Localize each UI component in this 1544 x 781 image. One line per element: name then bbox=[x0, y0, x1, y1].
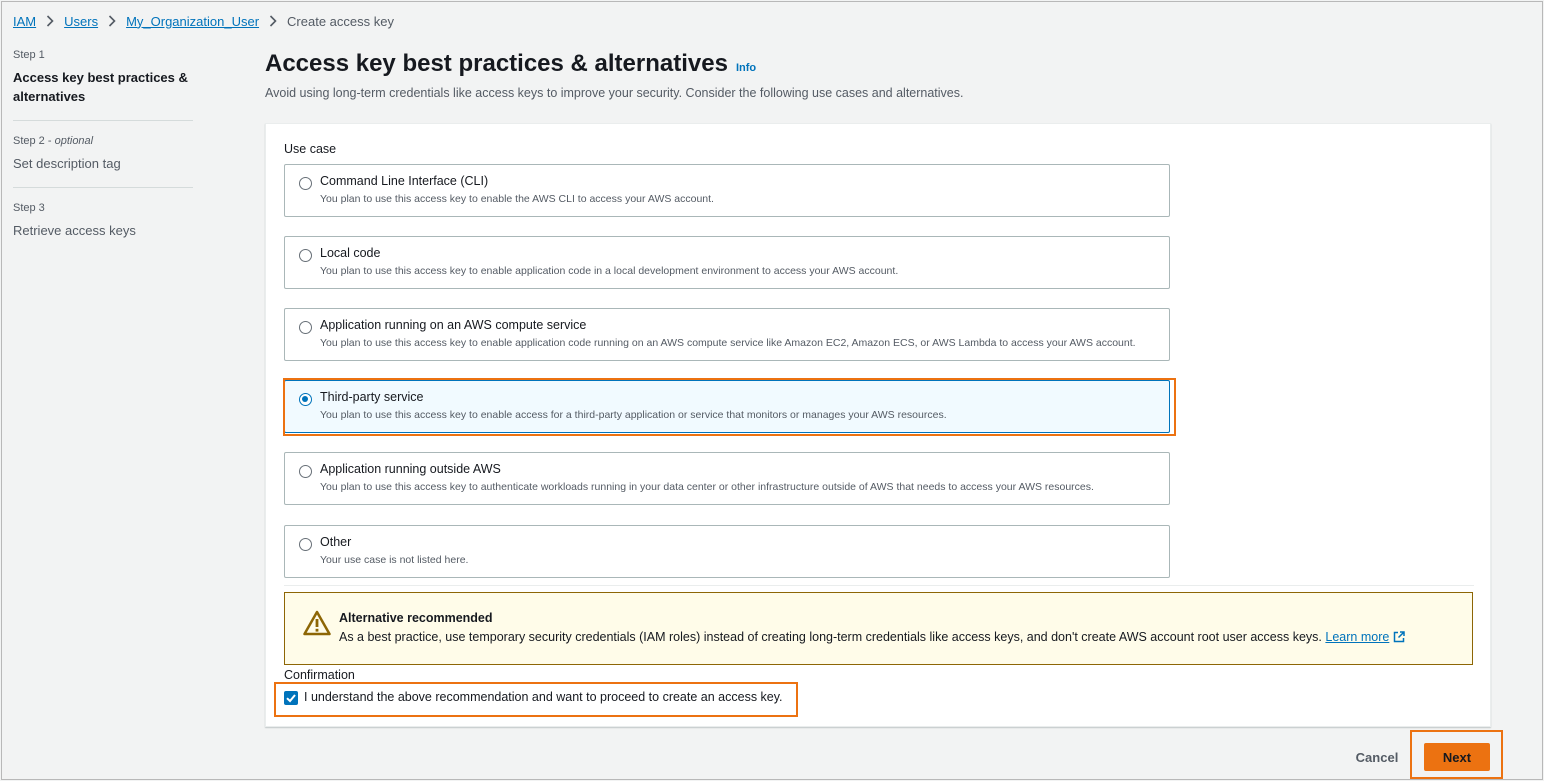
wizard-steps: Step 1 Access key best practices & alter… bbox=[13, 48, 193, 267]
radio-button[interactable] bbox=[299, 321, 312, 334]
page-title-text: Access key best practices & alternatives bbox=[265, 50, 728, 77]
option-description: You plan to use this access key to enabl… bbox=[320, 409, 947, 421]
step-number: Step 2 - optional bbox=[13, 135, 94, 147]
step-title: Set description tag bbox=[13, 156, 121, 171]
confirmation-checkbox[interactable] bbox=[284, 691, 298, 705]
step-number: Step 1 bbox=[13, 49, 45, 61]
option-description: You plan to use this access key to authe… bbox=[320, 481, 1094, 493]
chevron-right-icon bbox=[108, 15, 116, 27]
alert-text: As a best practice, use temporary securi… bbox=[339, 630, 1322, 644]
breadcrumb-users[interactable]: Users bbox=[64, 14, 98, 29]
radio-button-selected[interactable] bbox=[299, 393, 312, 406]
step-1: Step 1 Access key best practices & alter… bbox=[13, 48, 193, 121]
divider bbox=[284, 585, 1474, 586]
option-label: Local code bbox=[320, 246, 381, 260]
alert-body: As a best practice, use temporary securi… bbox=[339, 630, 1406, 646]
confirmation-label: Confirmation bbox=[284, 668, 355, 682]
warning-icon bbox=[303, 610, 331, 641]
radio-button[interactable] bbox=[299, 249, 312, 262]
option-label: Command Line Interface (CLI) bbox=[320, 174, 489, 188]
chevron-right-icon bbox=[46, 15, 54, 27]
option-label: Application running on an AWS compute se… bbox=[320, 318, 587, 332]
learn-more-link[interactable]: Learn more bbox=[1325, 630, 1406, 646]
step-number: Step 3 bbox=[13, 202, 45, 214]
page-frame: IAM Users My_Organization_User Create ac… bbox=[1, 1, 1543, 780]
radio-button[interactable] bbox=[299, 538, 312, 551]
step-title: Retrieve access keys bbox=[13, 223, 136, 238]
radio-button[interactable] bbox=[299, 177, 312, 190]
use-case-label: Use case bbox=[284, 142, 337, 156]
alert-recommendation: Alternative recommended As a best practi… bbox=[284, 592, 1473, 665]
option-cli[interactable]: Command Line Interface (CLI) You plan to… bbox=[284, 164, 1170, 217]
breadcrumb-current: Create access key bbox=[287, 13, 394, 29]
step-3: Step 3 Retrieve access keys bbox=[13, 201, 193, 254]
step-2: Step 2 - optional Set description tag bbox=[13, 134, 193, 188]
option-third-party[interactable]: Third-party service You plan to use this… bbox=[284, 380, 1170, 433]
breadcrumb-iam[interactable]: IAM bbox=[13, 14, 36, 29]
option-label: Other bbox=[320, 535, 352, 549]
radio-button[interactable] bbox=[299, 465, 312, 478]
option-label: Third-party service bbox=[320, 390, 424, 404]
option-description: You plan to use this access key to enabl… bbox=[320, 265, 899, 277]
breadcrumb-user[interactable]: My_Organization_User bbox=[126, 14, 259, 29]
external-link-icon bbox=[1393, 631, 1406, 646]
option-local-code[interactable]: Local code You plan to use this access k… bbox=[284, 236, 1170, 289]
option-description: You plan to use this access key to enabl… bbox=[320, 193, 714, 205]
page-title: Access key best practices & alternatives… bbox=[265, 50, 756, 78]
option-other[interactable]: Other Your use case is not listed here. bbox=[284, 525, 1170, 578]
use-case-panel: Use case Command Line Interface (CLI) Yo… bbox=[265, 123, 1491, 727]
confirmation-text[interactable]: I understand the above recommendation an… bbox=[304, 690, 783, 704]
option-description: Your use case is not listed here. bbox=[320, 554, 469, 566]
option-aws-compute[interactable]: Application running on an AWS compute se… bbox=[284, 308, 1170, 361]
checkmark-icon bbox=[286, 694, 296, 703]
option-label: Application running outside AWS bbox=[320, 462, 501, 476]
alert-title: Alternative recommended bbox=[339, 611, 493, 625]
page-description: Avoid using long-term credentials like a… bbox=[265, 86, 964, 100]
optional-label: optional bbox=[54, 135, 94, 147]
next-button[interactable]: Next bbox=[1424, 743, 1490, 771]
option-description: You plan to use this access key to enabl… bbox=[320, 337, 1136, 349]
breadcrumb: IAM Users My_Organization_User Create ac… bbox=[13, 12, 394, 30]
info-link[interactable]: Info bbox=[736, 62, 756, 74]
cancel-button[interactable]: Cancel bbox=[1346, 746, 1408, 768]
option-outside-aws[interactable]: Application running outside AWS You plan… bbox=[284, 452, 1170, 505]
chevron-right-icon bbox=[269, 15, 277, 27]
step-title: Access key best practices & alternatives bbox=[13, 70, 188, 104]
